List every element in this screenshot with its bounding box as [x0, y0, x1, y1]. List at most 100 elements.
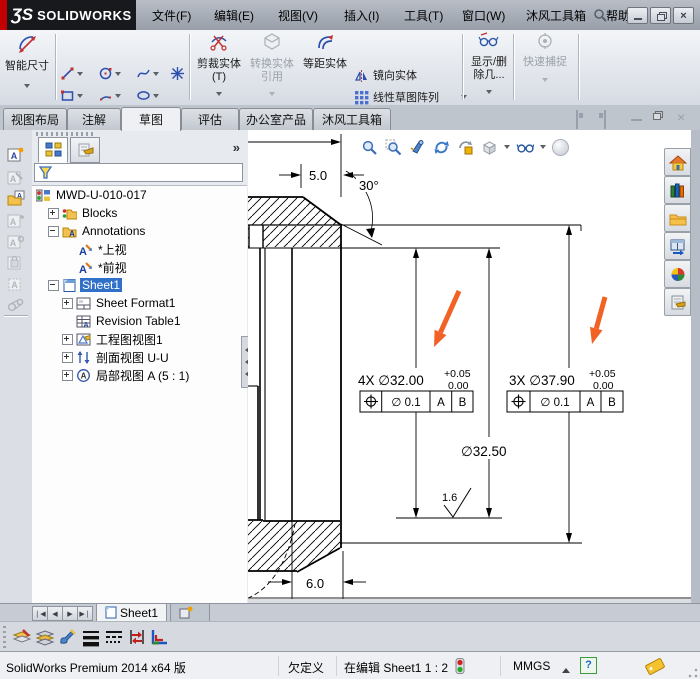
tree-item-revision-table[interactable]: A Revision Table1	[32, 312, 247, 330]
expander-icon[interactable]	[62, 370, 73, 381]
circle-dropdown-icon[interactable]	[115, 72, 121, 76]
appearances-button[interactable]	[664, 260, 691, 288]
smart-dimension-dropdown-icon[interactable]	[24, 84, 30, 88]
expander-icon[interactable]	[48, 208, 59, 219]
dimension-5[interactable]: 5.0	[279, 168, 364, 183]
circle-tool[interactable]	[98, 66, 121, 81]
line-dropdown-icon[interactable]	[77, 72, 83, 76]
solidworks-resources-button[interactable]	[664, 148, 691, 176]
tab-office-products[interactable]: 办公室产品	[239, 108, 313, 130]
tab-property-manager[interactable]	[70, 137, 100, 163]
linear-sketch-pattern-button[interactable]: 线性草图阵列	[354, 89, 467, 105]
dimension-od[interactable]: 3X ∅37.90 +0.05 0.00 ∅ 0.1 A B	[507, 225, 623, 543]
tab-annotation[interactable]: 注解	[67, 108, 121, 130]
next-sheet-icon[interactable]: ▶	[62, 606, 78, 621]
tab-view-layout[interactable]: 视图布局	[3, 108, 67, 130]
point-tool[interactable]	[170, 66, 185, 81]
arc-tool[interactable]	[98, 88, 121, 103]
menu-window[interactable]: 窗口(W)	[456, 0, 511, 30]
minimize-button[interactable]	[627, 7, 648, 24]
tree-root[interactable]: MWD-U-010-017	[32, 186, 247, 204]
line-color-icon[interactable]	[58, 627, 78, 647]
rotate-view-icon[interactable]	[432, 138, 450, 156]
tree-item-sheet1[interactable]: Sheet1	[32, 276, 247, 294]
first-sheet-icon[interactable]: ❘◀	[32, 606, 48, 621]
restore-button[interactable]	[650, 7, 671, 24]
units-selector[interactable]: MMGS	[513, 659, 550, 673]
zoom-area-icon[interactable]	[384, 138, 402, 156]
hide-show-dropdown-icon[interactable]	[540, 145, 546, 149]
prev-sheet-icon[interactable]: ◀	[47, 606, 63, 621]
tree-filter-input[interactable]	[34, 163, 243, 182]
3d-drawing-view-icon[interactable]	[456, 138, 474, 156]
offset-entities-button[interactable]: 等距实体	[299, 32, 351, 102]
expander-icon[interactable]	[62, 334, 73, 345]
tag-icon[interactable]	[644, 657, 665, 675]
line-style-icon[interactable]	[104, 627, 124, 647]
last-sheet-icon[interactable]: ▶❘	[77, 606, 93, 621]
tab-evaluate[interactable]: 评估	[181, 108, 239, 130]
zoom-selection-icon[interactable]	[408, 138, 426, 156]
surface-finish-symbol[interactable]: 1.6	[442, 488, 471, 517]
display-delete-relations-button[interactable]: 显示/删除几...	[466, 32, 512, 102]
tab-feature-tree[interactable]	[38, 137, 68, 163]
dimension-30deg[interactable]: 30°	[346, 171, 388, 238]
display-style-dropdown-icon[interactable]	[504, 145, 510, 149]
menu-view[interactable]: 视图(V)	[272, 0, 324, 30]
tab-mufeng-toolbox[interactable]: 沐风工具箱	[313, 108, 391, 130]
expander-icon[interactable]	[62, 352, 73, 363]
menu-file[interactable]: 文件(F)	[146, 0, 197, 30]
dimension-bore[interactable]: 4X ∅32.00 +0.05 0.00 ∅ 0.1 A B	[358, 248, 473, 518]
menu-mufeng-toolbox[interactable]: 沐风工具箱	[520, 0, 592, 30]
expander-icon[interactable]	[48, 226, 59, 237]
trim-dropdown-icon[interactable]	[216, 92, 222, 96]
tree-item-drawing-view1[interactable]: 工程图视图1	[32, 330, 247, 348]
toolbar-drag-handle[interactable]	[3, 626, 6, 648]
zoom-fit-icon[interactable]	[360, 138, 378, 156]
menu-insert[interactable]: 插入(I)	[338, 0, 385, 30]
rectangle-dropdown-icon[interactable]	[77, 94, 83, 98]
ellipse-tool[interactable]	[136, 88, 159, 103]
design-library-button[interactable]	[664, 176, 691, 204]
display-style-icon[interactable]	[480, 138, 498, 156]
hide-show-items-icon[interactable]	[516, 138, 534, 156]
hide-show-edges-icon[interactable]	[127, 627, 147, 647]
make-block-icon[interactable]: A	[7, 146, 25, 163]
pane-left-icon[interactable]	[576, 111, 578, 129]
spline-dropdown-icon[interactable]	[153, 72, 159, 76]
add-sheet-tab[interactable]	[170, 604, 210, 622]
resize-grip[interactable]	[688, 668, 698, 678]
help-button[interactable]: ?	[580, 657, 597, 674]
rectangle-tool[interactable]	[60, 88, 83, 103]
expander-icon[interactable]	[62, 298, 73, 309]
view-palette-button[interactable]	[664, 232, 691, 260]
units-dropdown-icon[interactable]	[562, 662, 570, 676]
pane-right-icon[interactable]	[604, 111, 606, 129]
tree-item-annotations[interactable]: A Annotations	[32, 222, 247, 240]
sheet-tab-sheet1[interactable]: Sheet1	[96, 604, 167, 622]
spline-tool[interactable]	[136, 66, 159, 81]
tree-item-detail-view[interactable]: A 局部视图 A (5 : 1)	[32, 366, 247, 384]
tree-item-section-view[interactable]: 剖面视图 U-U	[32, 348, 247, 366]
appearance-sphere-icon[interactable]	[552, 139, 569, 156]
graphics-area[interactable]: 5.0 30° 4X ∅32.00 +0.05 0.00	[248, 130, 691, 603]
menu-edit[interactable]: 编辑(E)	[208, 0, 260, 30]
layers-icon[interactable]	[35, 627, 55, 647]
panel-drag-handle[interactable]	[36, 132, 96, 136]
smart-dimension-button[interactable]: 智能尺寸	[2, 32, 52, 102]
tree-item-front-view[interactable]: A *前视	[32, 258, 247, 276]
search-icon[interactable]	[593, 8, 608, 28]
tree-item-blocks[interactable]: Blocks	[32, 204, 247, 222]
trim-entities-button[interactable]: 剪裁实体(T)	[193, 32, 245, 102]
tab-sketch[interactable]: 草图	[121, 107, 181, 131]
line-tool[interactable]	[60, 66, 83, 81]
menu-tools[interactable]: 工具(T)	[398, 0, 449, 30]
dimension-6[interactable]: 6.0	[268, 576, 366, 591]
file-explorer-button[interactable]	[664, 204, 691, 232]
tree-item-top-view[interactable]: A *上视	[32, 240, 247, 258]
close-button[interactable]: ×	[673, 7, 694, 24]
arc-dropdown-icon[interactable]	[115, 94, 121, 98]
panel-expand-chevron[interactable]: »	[233, 140, 240, 155]
custom-properties-button[interactable]	[664, 288, 691, 316]
insert-block-icon[interactable]: A	[7, 190, 25, 207]
